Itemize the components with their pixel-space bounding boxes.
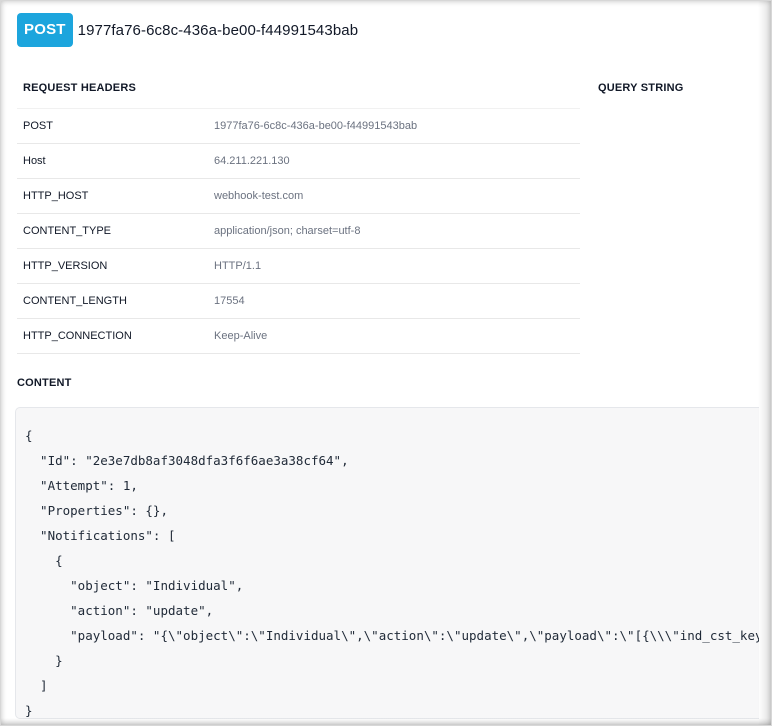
table-row: CONTENT_LENGTH 17554: [17, 283, 580, 319]
header-key: CONTENT_TYPE: [17, 213, 214, 249]
request-header: POST 1977fa76-6c8c-436a-be00-f44991543ba…: [17, 13, 358, 47]
request-id: 1977fa76-6c8c-436a-be00-f44991543bab: [77, 21, 359, 39]
table-row: Host 64.211.221.130: [17, 143, 580, 179]
table-row: CONTENT_TYPE application/json; charset=u…: [17, 213, 580, 249]
header-key: HTTP_VERSION: [17, 248, 214, 284]
request-headers-table: POST 1977fa76-6c8c-436a-be00-f44991543ba…: [17, 108, 580, 354]
header-value: Keep-Alive: [214, 318, 580, 354]
content-heading: CONTENT: [17, 377, 72, 389]
header-key: Host: [17, 143, 214, 179]
code-line: ]: [25, 678, 48, 693]
code-line: {: [25, 428, 33, 443]
header-key: POST: [17, 108, 214, 144]
code-line: "payload": "{\"object\":\"Individual\",\…: [25, 628, 759, 643]
code-line: "Properties": {},: [25, 503, 168, 518]
content-body[interactable]: { "Id": "2e3e7db8af3048dfa3f6f6ae3a38cf6…: [15, 407, 759, 719]
code-line: "action": "update",: [25, 603, 214, 618]
header-key: HTTP_HOST: [17, 178, 214, 214]
header-value: 1977fa76-6c8c-436a-be00-f44991543bab: [214, 108, 580, 144]
header-value: HTTP/1.1: [214, 248, 580, 284]
code-line: }: [25, 653, 63, 668]
method-badge: POST: [17, 13, 73, 47]
code-line: "object": "Individual",: [25, 578, 244, 593]
code-line: }: [25, 703, 33, 718]
request-headers-heading: REQUEST HEADERS: [23, 82, 137, 94]
table-row: HTTP_HOST webhook-test.com: [17, 178, 580, 214]
table-row: HTTP_CONNECTION Keep-Alive: [17, 318, 580, 354]
table-row: POST 1977fa76-6c8c-436a-be00-f44991543ba…: [17, 108, 580, 144]
header-value: 17554: [214, 283, 580, 319]
query-string-heading: QUERY STRING: [598, 82, 684, 94]
header-key: HTTP_CONNECTION: [17, 318, 214, 354]
right-edge-shadow: [758, 0, 772, 726]
content-code: { "Id": "2e3e7db8af3048dfa3f6f6ae3a38cf6…: [16, 408, 759, 718]
header-key: CONTENT_LENGTH: [17, 283, 214, 319]
table-row: HTTP_VERSION HTTP/1.1: [17, 248, 580, 284]
header-value: webhook-test.com: [214, 178, 580, 214]
header-value: application/json; charset=utf-8: [214, 213, 580, 249]
header-value: 64.211.221.130: [214, 143, 580, 179]
code-line: {: [25, 553, 63, 568]
code-line: "Notifications": [: [25, 528, 176, 543]
bottom-edge-shadow: [0, 718, 772, 726]
code-line: "Id": "2e3e7db8af3048dfa3f6f6ae3a38cf64"…: [25, 453, 349, 468]
code-line: "Attempt": 1,: [25, 478, 138, 493]
